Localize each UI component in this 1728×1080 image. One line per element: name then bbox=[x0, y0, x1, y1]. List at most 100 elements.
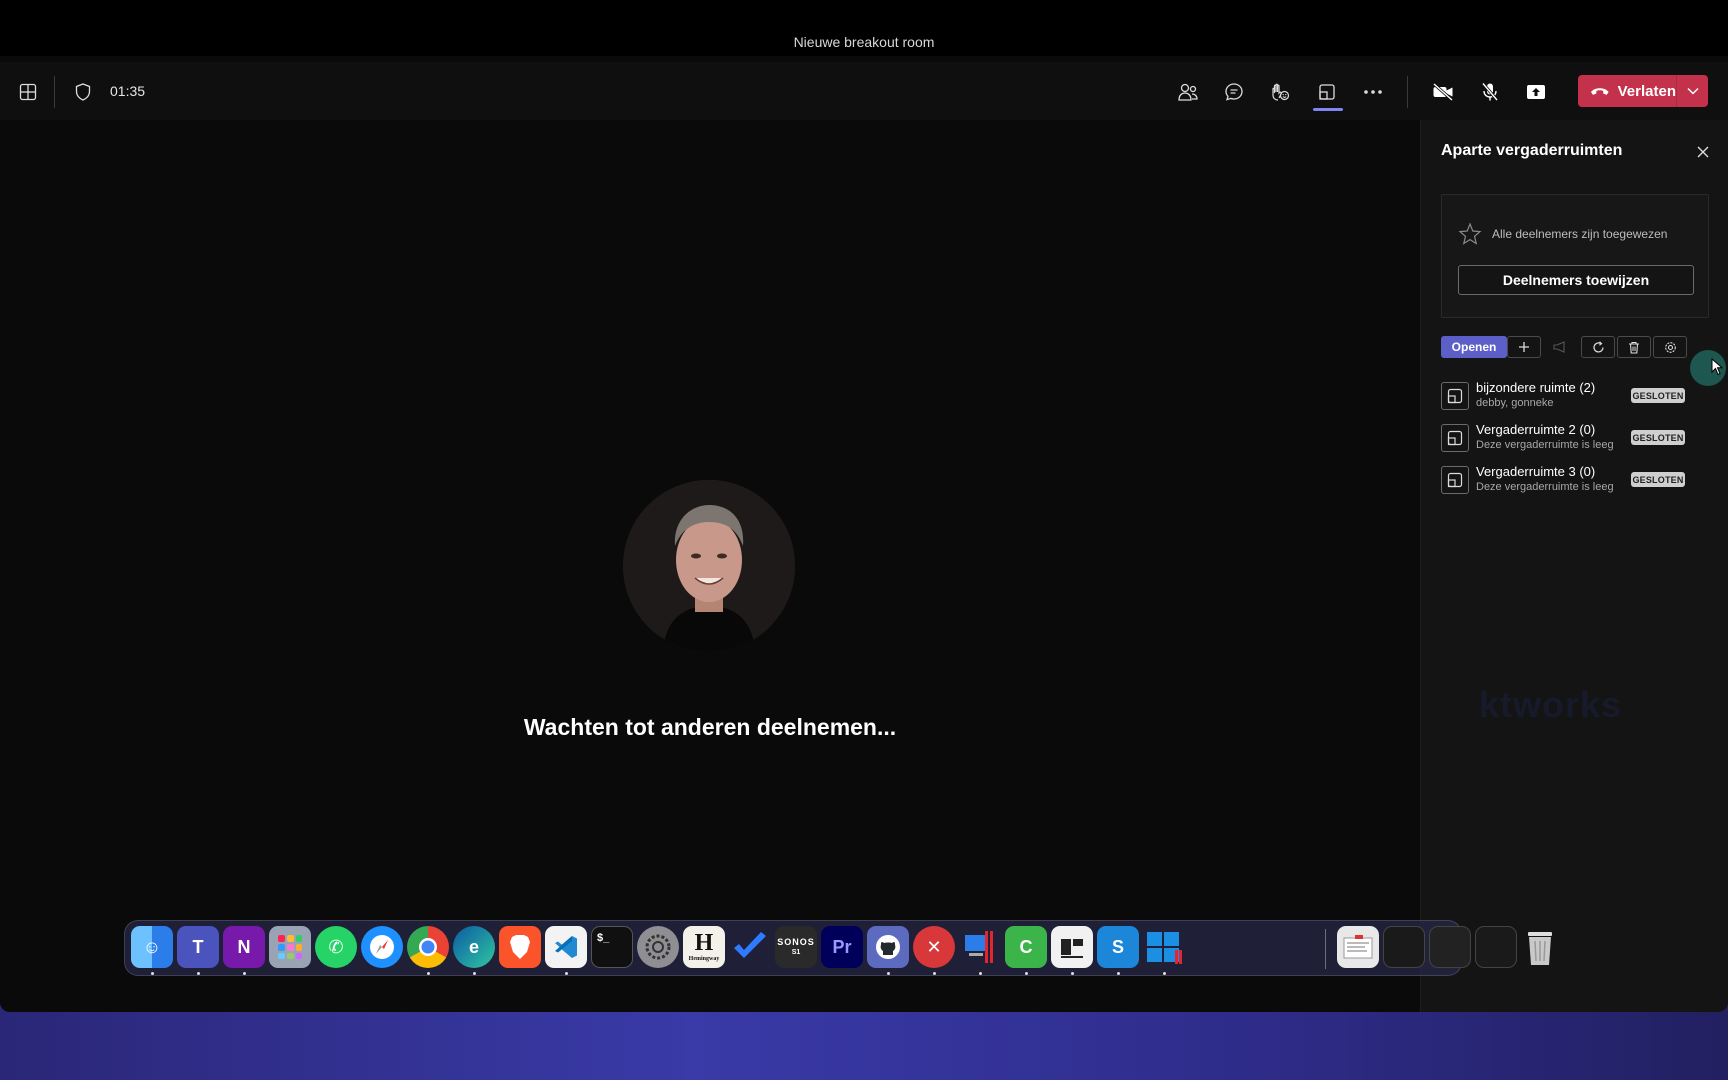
chrome-icon[interactable] bbox=[407, 926, 449, 968]
camera-off-icon[interactable] bbox=[1429, 78, 1457, 106]
mic-off-icon[interactable] bbox=[1476, 78, 1504, 106]
breakout-room-icon bbox=[1441, 466, 1469, 494]
app-icon[interactable] bbox=[1051, 926, 1093, 968]
sonos-text: SONOS bbox=[777, 937, 815, 947]
whatsapp-icon[interactable]: ✆ bbox=[315, 926, 357, 968]
participants-icon[interactable] bbox=[1174, 78, 1202, 106]
system-settings-icon[interactable] bbox=[637, 926, 679, 968]
running-indicator bbox=[151, 972, 154, 975]
room-name: Vergaderruimte 2 (0) bbox=[1476, 422, 1596, 437]
more-options-icon[interactable] bbox=[1359, 78, 1387, 106]
room-item[interactable]: bijzondere ruimte (2) debby, gonneke GES… bbox=[1441, 380, 1723, 422]
running-indicator bbox=[1117, 972, 1120, 975]
parallels-icon[interactable] bbox=[959, 926, 1001, 968]
meeting-toolbar: 01:35 Verlaten bbox=[0, 62, 1728, 120]
vscode-icon[interactable] bbox=[545, 926, 587, 968]
breakout-rooms-panel: Aparte vergaderruimten Alle deelnemers z… bbox=[1420, 120, 1728, 1012]
running-indicator bbox=[979, 972, 982, 975]
running-indicator bbox=[1071, 972, 1074, 975]
trash-icon[interactable] bbox=[1519, 926, 1561, 968]
toolbar-divider bbox=[1407, 76, 1408, 108]
delete-rooms-button[interactable] bbox=[1617, 336, 1651, 358]
leave-button-group: Verlaten bbox=[1578, 75, 1708, 107]
running-indicator bbox=[1025, 972, 1028, 975]
close-icon bbox=[1697, 146, 1709, 158]
teams-icon[interactable]: T bbox=[177, 926, 219, 968]
hemingway-icon[interactable]: H Hemingway bbox=[683, 926, 725, 968]
camtasia-icon[interactable]: C bbox=[1005, 926, 1047, 968]
reactions-icon[interactable] bbox=[1266, 78, 1294, 106]
launchpad-icon[interactable] bbox=[269, 926, 311, 968]
leave-button-label: Verlaten bbox=[1617, 82, 1676, 100]
room-status-badge: GESLOTEN bbox=[1631, 388, 1685, 403]
safari-icon[interactable] bbox=[361, 926, 403, 968]
leave-button[interactable]: Verlaten bbox=[1578, 83, 1676, 100]
room-item[interactable]: Vergaderruimte 2 (0) Deze vergaderruimte… bbox=[1441, 422, 1723, 464]
room-status-badge: GESLOTEN bbox=[1631, 472, 1685, 487]
mouse-cursor-icon bbox=[1711, 358, 1723, 376]
finder-icon[interactable]: ☺ bbox=[131, 926, 173, 968]
title-bar: Nieuwe breakout room bbox=[0, 0, 1728, 56]
premiere-icon[interactable]: Pr bbox=[821, 926, 863, 968]
running-indicator bbox=[243, 972, 246, 975]
megaphone-icon bbox=[1553, 341, 1565, 353]
todo-icon[interactable] bbox=[729, 926, 771, 968]
active-tab-indicator bbox=[1313, 108, 1343, 111]
macos-dock: ☺ T N ✆ e $_ H Hemingway SONOS S1 Pr ✕ C… bbox=[124, 920, 1552, 976]
room-participants: Deze vergaderruimte is leeg bbox=[1476, 439, 1614, 451]
share-screen-icon[interactable] bbox=[1522, 78, 1550, 106]
breakout-rooms-icon[interactable] bbox=[1313, 78, 1341, 106]
open-rooms-button[interactable]: Openen bbox=[1441, 336, 1507, 358]
toolbar-divider bbox=[54, 76, 55, 108]
layout-icon[interactable] bbox=[14, 78, 42, 106]
running-indicator bbox=[887, 972, 890, 975]
dock-separator bbox=[1325, 929, 1326, 969]
room-name: bijzondere ruimte (2) bbox=[1476, 380, 1596, 395]
remote-desktop-icon[interactable]: ✕ bbox=[913, 926, 955, 968]
sonos-caption: S1 bbox=[791, 949, 801, 956]
gear-icon bbox=[1664, 341, 1676, 353]
breakout-room-icon bbox=[1441, 424, 1469, 452]
running-indicator bbox=[473, 972, 476, 975]
close-panel-button[interactable] bbox=[1691, 140, 1715, 164]
room-name: Vergaderruimte 3 (0) bbox=[1476, 464, 1596, 479]
breakout-rooms-list: bijzondere ruimte (2) debby, gonneke GES… bbox=[1441, 380, 1723, 506]
hemingway-letter: H bbox=[694, 930, 714, 956]
chevron-down-icon bbox=[1686, 87, 1699, 95]
trash-icon bbox=[1629, 341, 1639, 354]
leave-options-button[interactable] bbox=[1677, 87, 1708, 95]
window-thumb-icon[interactable] bbox=[1475, 926, 1517, 968]
sonos-icon[interactable]: SONOS S1 bbox=[775, 926, 817, 968]
room-participants: Deze vergaderruimte is leeg bbox=[1476, 481, 1614, 493]
window-title: Nieuwe breakout room bbox=[793, 34, 935, 50]
onenote-icon[interactable]: N bbox=[223, 926, 265, 968]
github-icon[interactable] bbox=[867, 926, 909, 968]
terminal-icon[interactable]: $_ bbox=[591, 926, 633, 968]
window-thumb-icon[interactable] bbox=[1429, 926, 1471, 968]
recreate-rooms-button[interactable] bbox=[1581, 336, 1615, 358]
announcement-button[interactable] bbox=[1543, 336, 1577, 358]
chat-icon[interactable] bbox=[1220, 78, 1248, 106]
assign-participants-button[interactable]: Deelnemers toewijzen bbox=[1458, 265, 1694, 295]
waiting-message: Wachten tot anderen deelnemen... bbox=[523, 714, 897, 740]
snagit-icon[interactable]: S bbox=[1097, 926, 1139, 968]
meeting-timer: 01:35 bbox=[110, 83, 146, 99]
refresh-icon bbox=[1592, 340, 1604, 353]
add-room-button[interactable] bbox=[1507, 336, 1541, 358]
running-indicator bbox=[933, 972, 936, 975]
running-indicator bbox=[565, 972, 568, 975]
window-thumb-icon[interactable] bbox=[1383, 926, 1425, 968]
assign-status: Alle deelnemers zijn toegewezen bbox=[1458, 223, 1667, 245]
preview-icon[interactable] bbox=[1337, 926, 1379, 968]
brave-icon[interactable] bbox=[499, 926, 541, 968]
phone-hangup-icon bbox=[1590, 88, 1609, 95]
edge-icon[interactable]: e bbox=[453, 926, 495, 968]
plus-icon bbox=[1519, 342, 1529, 352]
room-actions-bar: Openen bbox=[1441, 336, 1711, 360]
meeting-stage: Wachten tot anderen deelnemen... bbox=[0, 120, 1420, 1012]
windows-icon[interactable] bbox=[1143, 926, 1185, 968]
room-item[interactable]: Vergaderruimte 3 (0) Deze vergaderruimte… bbox=[1441, 464, 1723, 506]
room-settings-button[interactable] bbox=[1653, 336, 1687, 358]
room-status-badge: GESLOTEN bbox=[1631, 430, 1685, 445]
shield-icon[interactable] bbox=[69, 78, 97, 106]
